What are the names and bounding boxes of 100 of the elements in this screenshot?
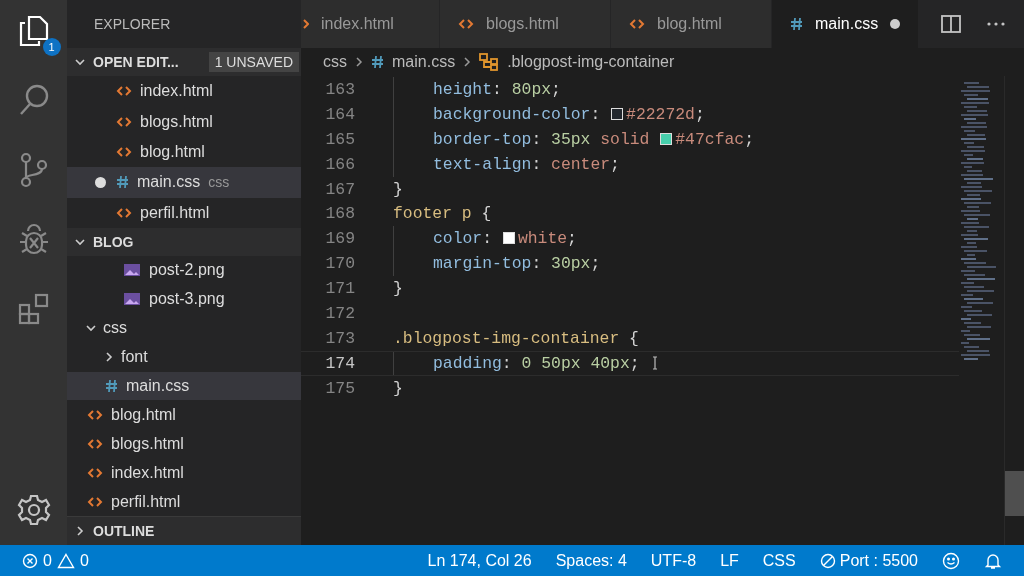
warning-icon[interactable]: [56, 552, 75, 569]
code-line: background-color: #22272d;: [433, 104, 705, 124]
editor-tab[interactable]: index.html: [301, 0, 440, 48]
live-server-status[interactable]: Port : 5500: [839, 551, 918, 570]
html-file-icon: [87, 408, 103, 421]
error-count[interactable]: 0: [43, 551, 52, 570]
line-number: 163: [324, 79, 355, 99]
status-item[interactable]: Spaces: 4: [555, 551, 627, 570]
notification-badge: 1: [42, 38, 61, 56]
image-file-icon: [123, 263, 141, 278]
chevron-icon: [463, 56, 472, 68]
code-line: height: 80px;: [433, 79, 561, 99]
scrollbar-thumb[interactable]: [1005, 471, 1024, 516]
html-file-icon: [303, 18, 309, 30]
file-tree-item[interactable]: blogs.html: [67, 429, 301, 459]
text-cursor-icon: [651, 356, 658, 371]
chevron-icon: [355, 56, 363, 68]
line-number: 165: [324, 129, 355, 149]
error-icon[interactable]: [22, 552, 38, 569]
open-editor-item[interactable]: index.html: [67, 76, 301, 107]
css-file-icon: [790, 17, 803, 31]
bell-icon[interactable]: [984, 551, 1002, 570]
extensions-icon[interactable]: [16, 292, 51, 326]
editor-tab[interactable]: main.css: [772, 0, 920, 48]
html-file-icon: [458, 18, 474, 30]
html-file-icon: [87, 495, 103, 508]
line-number: 175: [324, 378, 355, 398]
chevron-icon: [105, 351, 113, 364]
code-line: padding: 0 50px 40px;: [433, 353, 640, 373]
chevron-icon: [76, 525, 84, 537]
open-editor-item[interactable]: blog.html: [67, 136, 301, 168]
line-number: 167: [324, 179, 355, 199]
breadcrumb-item[interactable]: css: [323, 53, 347, 71]
code-line: margin-top: 30px;: [433, 254, 601, 274]
unsaved-dot: [890, 19, 901, 29]
image-file-icon: [123, 292, 141, 307]
split-editor-icon[interactable]: [941, 15, 962, 33]
html-file-icon: [116, 145, 132, 158]
html-file-icon: [116, 115, 132, 128]
css-file-icon: [116, 175, 129, 190]
html-file-icon: [116, 85, 132, 98]
line-number: 168: [324, 204, 355, 224]
line-number: 164: [324, 104, 355, 124]
warning-count[interactable]: 0: [79, 551, 89, 570]
html-file-icon: [87, 437, 103, 450]
symbol-icon: [479, 53, 500, 71]
html-file-icon: [629, 18, 645, 30]
status-item[interactable]: CSS: [762, 551, 796, 570]
status-item[interactable]: LF: [720, 551, 739, 570]
open-editor-item[interactable]: main.css css: [67, 167, 301, 198]
file-tree-item[interactable]: perfil.html: [67, 487, 301, 516]
editor-tab[interactable]: blog.html: [611, 0, 772, 48]
section-header[interactable]: OUTLINE: [67, 516, 301, 545]
line-number: 172: [324, 303, 355, 323]
open-editor-item[interactable]: blogs.html: [67, 106, 301, 137]
line-number: 173: [324, 328, 355, 348]
open-editor-item[interactable]: perfil.html: [67, 197, 301, 228]
html-file-icon: [87, 466, 103, 479]
code-line: color: white;: [433, 229, 577, 249]
source-control-icon[interactable]: [18, 152, 49, 188]
line-number: 170: [324, 254, 355, 274]
file-tree-item[interactable]: post-2.png: [67, 256, 301, 285]
blocked-icon[interactable]: [819, 552, 836, 569]
search-icon[interactable]: [17, 83, 50, 117]
css-file-icon: [105, 379, 118, 393]
section-header[interactable]: BLOG: [67, 227, 301, 256]
code-line: .blogpost-img-container {: [393, 328, 639, 348]
unsaved-dot: [95, 176, 106, 188]
status-item[interactable]: UTF-8: [650, 551, 697, 570]
code-line: }: [393, 179, 403, 199]
chevron-icon: [85, 324, 97, 333]
more-icon[interactable]: [987, 22, 1006, 26]
smiley-icon[interactable]: [942, 551, 960, 570]
code-line: }: [393, 279, 403, 299]
file-tree-item[interactable]: blog.html: [67, 400, 301, 430]
html-file-icon: [116, 206, 132, 219]
code-line: border-top: 35px solid #47cfac;: [433, 129, 754, 149]
file-tree-item[interactable]: main.css: [67, 371, 301, 401]
line-number: 174: [324, 353, 355, 373]
code-line: footer p {: [393, 204, 492, 224]
settings-icon[interactable]: [16, 493, 51, 527]
code-line: }: [393, 378, 403, 398]
editor-tab[interactable]: blogs.html: [440, 0, 611, 48]
line-number: 166: [324, 154, 355, 174]
chevron-icon: [74, 237, 86, 246]
chevron-icon: [74, 58, 86, 66]
unsaved-badge: 1 UNSAVED: [208, 52, 299, 72]
file-tree-item[interactable]: font: [67, 342, 301, 372]
sidebar-title: EXPLORER: [93, 15, 172, 34]
line-number: 171: [324, 279, 355, 299]
status-item[interactable]: Ln 174, Col 26: [427, 551, 532, 570]
breadcrumb-item[interactable]: .blogpost-img-container: [479, 53, 675, 71]
css-file-icon: [371, 55, 384, 69]
file-tree-item[interactable]: index.html: [67, 458, 301, 488]
breadcrumb-item[interactable]: main.css: [371, 53, 456, 71]
file-tree-item[interactable]: post-3.png: [67, 284, 301, 314]
line-number: 169: [324, 229, 355, 249]
section-header[interactable]: OPEN EDIT... 1 UNSAVED: [67, 48, 301, 76]
code-line: text-align: center;: [433, 154, 620, 174]
file-tree-item[interactable]: css: [67, 313, 301, 343]
